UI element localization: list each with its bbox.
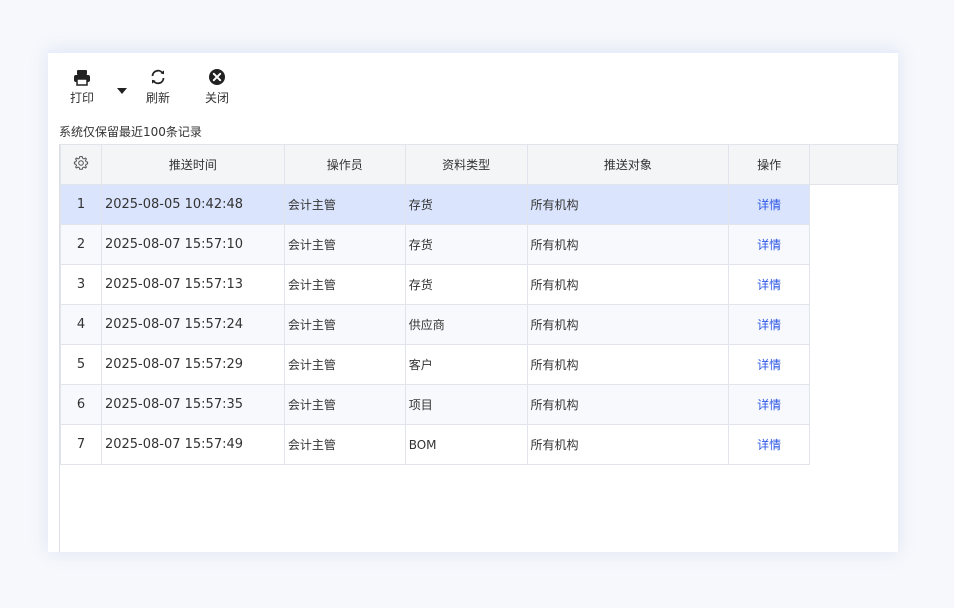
details-link[interactable]: 详情 [757,358,781,372]
row-push-target: 所有机构 [526,184,730,225]
row-index: 6 [60,384,102,425]
row-operator: 会计主管 [283,264,406,305]
close-circle-icon [206,67,228,87]
row-index: 7 [60,424,102,465]
row-action-cell: 详情 [728,184,811,225]
refresh-icon [147,67,169,87]
column-header-type: 资料类型 [404,144,528,185]
grid-area: 推送时间 操作员 资料类型 推送对象 操作 1 2025-08-05 10:42… [59,144,898,552]
row-push-target: 所有机构 [526,304,730,345]
column-header-operator: 操作员 [283,144,406,185]
print-button[interactable]: 打印 [70,67,94,106]
row-data-type: 存货 [404,224,528,265]
column-header-target: 推送对象 [526,144,730,185]
refresh-button[interactable]: 刷新 [146,67,170,106]
row-operator: 会计主管 [283,304,406,345]
column-header-filler [809,144,898,185]
row-push-target: 所有机构 [526,344,730,385]
row-push-target: 所有机构 [526,384,730,425]
table-header-row: 推送时间 操作员 资料类型 推送对象 操作 [60,144,898,185]
row-push-time: 2025-08-07 15:57:24 [100,304,285,345]
row-data-type: 存货 [404,264,528,305]
details-link[interactable]: 详情 [757,438,781,452]
push-log-window: 打印 刷新 关闭 系统仅保留最近100条记录 推送时间 操作员 资料类型 推送对… [48,50,898,552]
row-operator: 会计主管 [283,184,406,225]
row-action-cell: 详情 [728,424,811,465]
row-push-target: 所有机构 [526,264,730,305]
close-label: 关闭 [205,91,230,105]
table-row[interactable]: 3 2025-08-07 15:57:13 会计主管 存货 所有机构 详情 [60,264,898,305]
row-action-cell: 详情 [728,304,811,345]
table-row[interactable]: 5 2025-08-07 15:57:29 会计主管 客户 所有机构 详情 [60,344,898,385]
column-header-time: 推送时间 [100,144,285,185]
row-push-target: 所有机构 [526,224,730,265]
print-menu-button[interactable] [116,82,128,94]
details-link[interactable]: 详情 [757,198,781,212]
row-data-type: 项目 [404,384,528,425]
row-push-time: 2025-08-07 15:57:10 [100,224,285,265]
row-index: 2 [60,224,102,265]
row-operator: 会计主管 [283,424,406,465]
row-data-type: 存货 [404,184,528,225]
table-row[interactable]: 4 2025-08-07 15:57:24 会计主管 供应商 所有机构 详情 [60,304,898,345]
row-index: 1 [60,184,102,225]
caret-down-icon [117,79,127,98]
column-header-action: 操作 [728,144,811,185]
toolbar: 打印 刷新 关闭 [48,67,898,111]
row-push-target: 所有机构 [526,424,730,465]
row-action-cell: 详情 [728,384,811,425]
column-settings-button[interactable] [60,144,102,185]
row-action-cell: 详情 [728,224,811,265]
row-data-type: 供应商 [404,304,528,345]
table-row[interactable]: 6 2025-08-07 15:57:35 会计主管 项目 所有机构 详情 [60,384,898,425]
gear-icon [73,155,89,174]
table-row[interactable]: 2 2025-08-07 15:57:10 会计主管 存货 所有机构 详情 [60,224,898,265]
row-push-time: 2025-08-05 10:42:48 [100,184,285,225]
row-index: 5 [60,344,102,385]
row-operator: 会计主管 [283,344,406,385]
row-operator: 会计主管 [283,224,406,265]
table-row[interactable]: 7 2025-08-07 15:57:49 会计主管 BOM 所有机构 详情 [60,424,898,465]
row-action-cell: 详情 [728,344,811,385]
details-link[interactable]: 详情 [757,238,781,252]
row-push-time: 2025-08-07 15:57:49 [100,424,285,465]
record-limit-notice: 系统仅保留最近100条记录 [59,125,202,139]
refresh-label: 刷新 [146,91,171,105]
row-action-cell: 详情 [728,264,811,305]
row-push-time: 2025-08-07 15:57:13 [100,264,285,305]
row-operator: 会计主管 [283,384,406,425]
printer-icon [71,67,93,87]
details-link[interactable]: 详情 [757,398,781,412]
details-link[interactable]: 详情 [757,278,781,292]
row-push-time: 2025-08-07 15:57:29 [100,344,285,385]
details-link[interactable]: 详情 [757,318,781,332]
push-log-table: 推送时间 操作员 资料类型 推送对象 操作 1 2025-08-05 10:42… [60,144,898,465]
table-row[interactable]: 1 2025-08-05 10:42:48 会计主管 存货 所有机构 详情 [60,184,898,225]
row-data-type: 客户 [404,344,528,385]
row-data-type: BOM [404,424,528,465]
row-index: 4 [60,304,102,345]
close-button[interactable]: 关闭 [205,67,229,106]
print-label: 打印 [70,91,95,105]
row-push-time: 2025-08-07 15:57:35 [100,384,285,425]
row-index: 3 [60,264,102,305]
